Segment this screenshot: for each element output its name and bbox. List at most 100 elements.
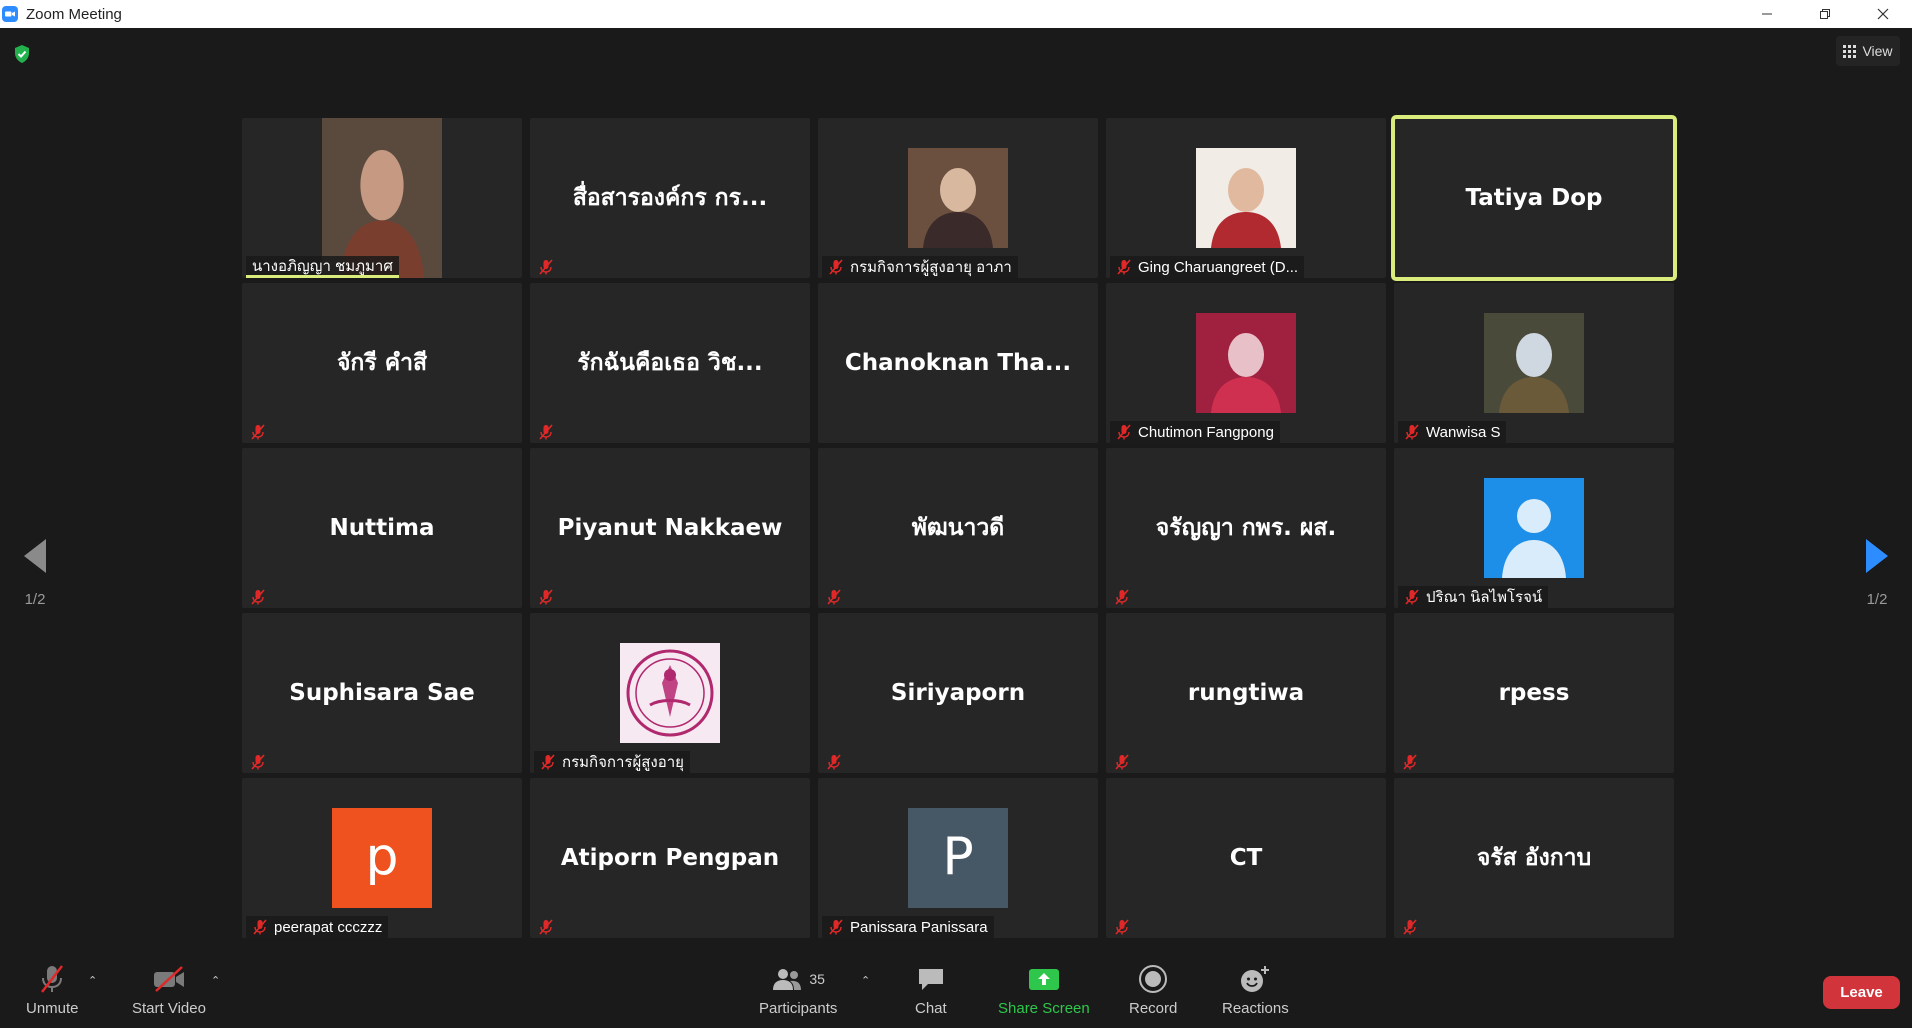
mic-muted-icon	[539, 424, 553, 440]
participant-tile[interactable]: กรมกิจการผู้สูงอายุ อาภา	[818, 118, 1098, 278]
participant-tile[interactable]: Ging Charuangreet (D...	[1106, 118, 1386, 278]
participant-tile[interactable]: rpess	[1394, 613, 1674, 773]
mic-muted-icon	[1117, 259, 1131, 275]
reactions-label: Reactions	[1222, 1000, 1289, 1017]
participant-tile[interactable]: Nuttima	[242, 448, 522, 608]
participant-tile[interactable]: Piyanut Nakkaew	[530, 448, 810, 608]
participant-name: จักรี คำสี	[336, 350, 428, 376]
participant-name: ปริณา นิลไพโรจน์	[1426, 589, 1543, 606]
participant-name-label: Panissara Panissara	[822, 916, 994, 938]
mic-muted-icon	[1403, 754, 1417, 770]
participant-tile[interactable]: P Panissara Panissara	[818, 778, 1098, 938]
mic-muted-icon	[1115, 919, 1129, 935]
participants-options-caret-icon[interactable]: ⌃	[861, 974, 870, 987]
participant-tile[interactable]: p peerapat ccczzz	[242, 778, 522, 938]
participant-tile[interactable]: สื่อสารองค์กร กร...	[530, 118, 810, 278]
participant-name: จรัส อังกาบ	[1476, 845, 1592, 871]
arrow-left-icon	[24, 538, 46, 573]
start-video-label: Start Video	[132, 1000, 206, 1017]
participant-tile[interactable]: จรัส อังกาบ	[1394, 778, 1674, 938]
previous-page-button[interactable]: 1/2	[0, 503, 70, 643]
participant-name: peerapat ccczzz	[274, 918, 383, 936]
participant-name: Piyanut Nakkaew	[557, 515, 783, 541]
close-button[interactable]	[1854, 0, 1912, 28]
participant-name: Panissara Panissara	[850, 918, 988, 936]
participant-tile[interactable]: Siriyaporn	[818, 613, 1098, 773]
chat-button[interactable]: Chat	[915, 962, 947, 1017]
share-screen-label: Share Screen	[998, 1000, 1090, 1017]
reactions-icon	[1241, 966, 1270, 992]
record-button[interactable]: Record	[1129, 962, 1177, 1017]
participant-name: rungtiwa	[1187, 680, 1305, 706]
participant-name: สื่อสารองค์กร กร...	[572, 185, 768, 211]
next-page-button[interactable]: 1/2	[1842, 503, 1912, 643]
participant-name: Chanoknan Tha...	[844, 350, 1072, 376]
reactions-button[interactable]: Reactions	[1222, 962, 1289, 1017]
mic-muted-icon	[541, 754, 555, 770]
participant-name: Chutimon Fangpong	[1138, 423, 1274, 441]
participant-name-label: นางอภิญญา ชมภูมาศ	[246, 256, 399, 278]
restore-button[interactable]	[1796, 0, 1854, 28]
mic-muted-icon	[251, 754, 265, 770]
video-off-icon	[153, 966, 184, 992]
participant-tile[interactable]: Wanwisa S	[1394, 283, 1674, 443]
participant-tile[interactable]: Suphisara Sae	[242, 613, 522, 773]
zoom-app-icon	[2, 6, 18, 22]
participant-tile[interactable]: ปริณา นิลไพโรจน์	[1394, 448, 1674, 608]
participant-name-label: ปริณา นิลไพโรจน์	[1398, 586, 1549, 608]
participant-tile[interactable]: CT	[1106, 778, 1386, 938]
default-avatar-icon	[1484, 478, 1584, 578]
leave-button[interactable]: Leave	[1823, 976, 1900, 1009]
unmute-label: Unmute	[26, 1000, 79, 1017]
participant-tile[interactable]: Chutimon Fangpong	[1106, 283, 1386, 443]
page-indicator-right: 1/2	[1866, 590, 1888, 608]
chat-icon	[918, 969, 943, 990]
mic-muted-icon	[829, 259, 843, 275]
view-label: View	[1862, 43, 1893, 59]
participant-video-feed	[322, 118, 442, 278]
initial-avatar: p	[332, 808, 432, 908]
mic-muted-icon	[1115, 589, 1129, 605]
organization-seal-logo	[620, 643, 720, 743]
mic-muted-icon	[1403, 919, 1417, 935]
mic-muted-icon	[41, 965, 64, 993]
minimize-icon	[1762, 13, 1772, 15]
svg-text:P: P	[942, 827, 973, 887]
grid-view-icon	[1843, 44, 1857, 58]
participant-tile[interactable]: Chanoknan Tha...	[818, 283, 1098, 443]
minimize-button[interactable]	[1738, 0, 1796, 28]
participant-name: พัฒนาวดี	[911, 515, 1005, 541]
restore-icon	[1820, 9, 1830, 19]
participant-tile[interactable]: จรัญญา กพร. ผส.	[1106, 448, 1386, 608]
close-icon	[1877, 8, 1889, 20]
meeting-toolbar: Unmute ⌃ Start Video ⌃ 35 Participants ⌃	[0, 948, 1912, 1028]
participant-tile[interactable]: กรมกิจการผู้สูงอายุ	[530, 613, 810, 773]
participant-tile[interactable]: รักฉันคือเธอ วิช...	[530, 283, 810, 443]
start-video-button[interactable]: Start Video	[132, 962, 206, 1017]
title-bar: Zoom Meeting	[0, 0, 1912, 28]
unmute-button[interactable]: Unmute	[26, 962, 79, 1017]
video-options-caret-icon[interactable]: ⌃	[211, 974, 220, 987]
participant-name-label: Ging Charuangreet (D...	[1110, 256, 1305, 278]
participant-name: Suphisara Sae	[289, 680, 475, 706]
participants-button[interactable]: 35 Participants	[759, 962, 837, 1017]
encryption-shield-icon[interactable]	[13, 44, 31, 64]
participant-name: จรัญญา กพร. ผส.	[1155, 515, 1337, 541]
participant-video-feed	[1484, 313, 1584, 413]
participant-name: กรมกิจการผู้สูงอายุ	[562, 754, 684, 771]
participants-count: 35	[809, 971, 825, 987]
participant-tile[interactable]: Atiporn Pengpan	[530, 778, 810, 938]
participant-tile[interactable]: นางอภิญญา ชมภูมาศ	[242, 118, 522, 278]
mic-muted-icon	[251, 424, 265, 440]
participant-tile[interactable]: พัฒนาวดี	[818, 448, 1098, 608]
participant-name: Siriyaporn	[890, 680, 1026, 706]
mic-muted-icon	[827, 754, 841, 770]
audio-options-caret-icon[interactable]: ⌃	[88, 974, 97, 987]
share-screen-icon	[1028, 969, 1059, 990]
participant-tile[interactable]: จักรี คำสี	[242, 283, 522, 443]
mic-muted-icon	[827, 589, 841, 605]
view-button[interactable]: View	[1836, 36, 1900, 66]
participant-tile[interactable]: rungtiwa	[1106, 613, 1386, 773]
share-screen-button[interactable]: Share Screen	[998, 962, 1090, 1017]
participant-tile[interactable]: Tatiya Dop	[1391, 115, 1677, 281]
